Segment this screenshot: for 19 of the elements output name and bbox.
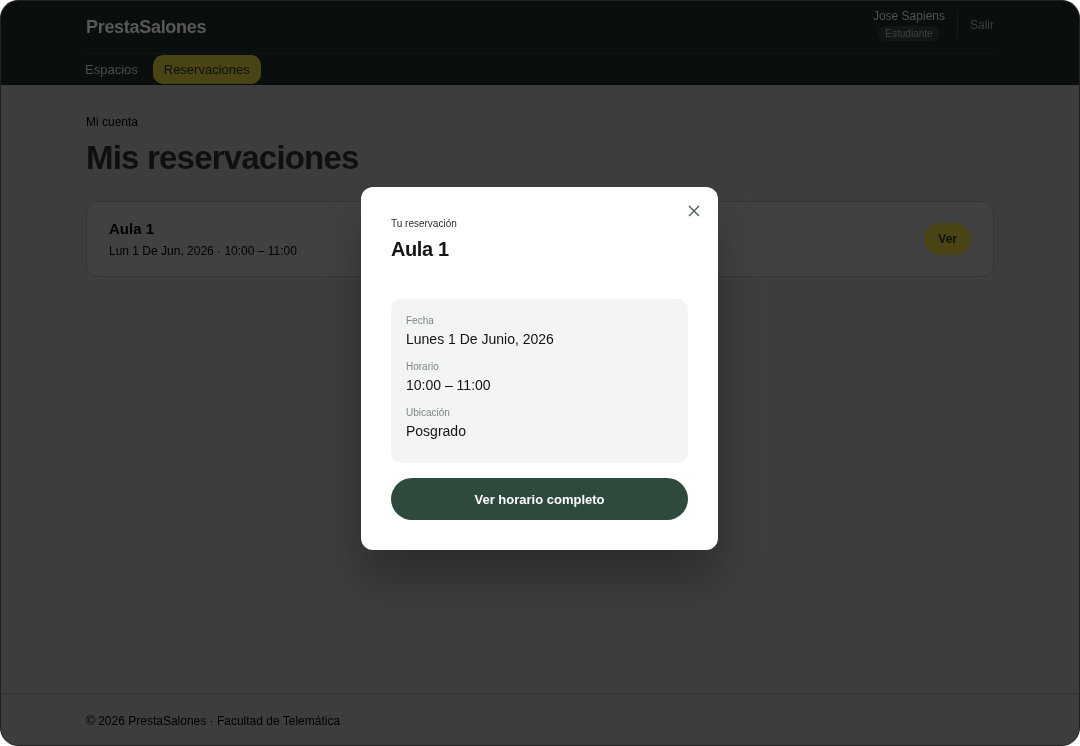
schedule-button[interactable]: Ver horario completo: [391, 478, 688, 520]
reservation-time: Lun 1 De Jun, 2026 · 10:00 – 11:00: [109, 244, 297, 258]
app-logo: PrestaSalones: [86, 17, 207, 38]
detail-value: Posgrado: [406, 423, 467, 439]
nav-tab[interactable]: Reservaciones: [152, 55, 261, 84]
view-button[interactable]: Ver: [924, 223, 971, 255]
reservation-title: Aula 1: [109, 220, 155, 237]
close-icon: [688, 205, 700, 217]
detail-label: Ubicación: [406, 407, 451, 418]
user-name: Jose Sapiens: [872, 9, 945, 23]
detail-label: Horario: [406, 361, 440, 372]
dialog-eyebrow: Tu reservación: [391, 218, 458, 229]
footer-text: © 2026 PrestaSalones · Facultad de Telemática: [86, 714, 341, 728]
dialog-title: Aula 1: [391, 238, 450, 261]
detail-label: Fecha: [406, 315, 435, 326]
nav-tab[interactable]: Espacios: [74, 55, 149, 84]
detail-value: 10:00 – 11:00: [406, 377, 492, 393]
breadcrumb: Mi cuenta: [86, 115, 140, 129]
detail-value: Lunes 1 De Junio, 2026: [406, 331, 555, 347]
